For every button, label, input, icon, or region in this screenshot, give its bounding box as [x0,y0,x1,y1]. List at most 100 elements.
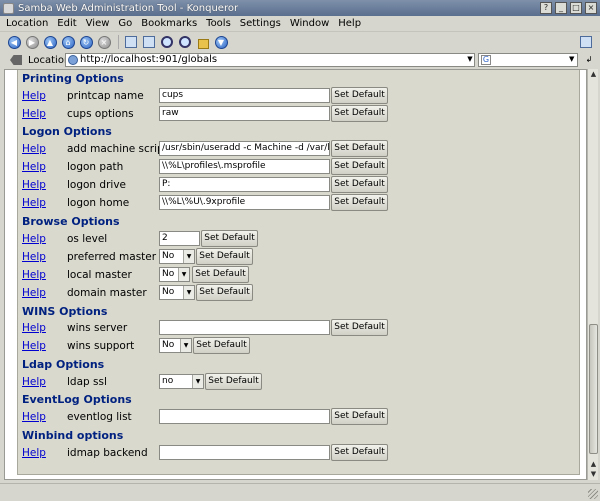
up-button[interactable]: ▲ [42,34,58,50]
back-arrow-icon: ◀ [7,35,21,49]
scroll-up-icon[interactable]: ▲ [588,69,599,79]
menu-window[interactable]: Window [290,18,329,29]
toolbar-separator [118,35,119,49]
logon-drive-label: logon drive [67,179,126,191]
reload-button[interactable]: ↻ [78,34,94,50]
download-icon: ▼ [214,35,228,49]
set-default-button[interactable]: Set Default [196,284,253,301]
scroll-up-lower-icon[interactable]: ▲ [588,459,599,469]
forward-button[interactable]: ▶ [24,34,40,50]
domain-master-select[interactable]: No ▼ [159,285,195,300]
section-winbind-options: Winbind options [22,429,124,442]
section-ldap-options: Ldap Options [22,358,105,371]
logon-drive-input[interactable]: P: [159,177,330,192]
wins-server-input[interactable] [159,320,330,335]
menu-location[interactable]: Location [6,18,48,29]
local-master-select[interactable]: No ▼ [159,267,190,282]
maximize-icon[interactable]: □ [570,2,582,14]
menu-bookmarks[interactable]: Bookmarks [141,18,197,29]
set-default-button[interactable]: Set Default [331,140,388,157]
help-link[interactable]: Help [22,340,46,352]
set-default-button[interactable]: Set Default [193,337,250,354]
web-search-input[interactable]: G [478,53,578,67]
chevron-down-icon[interactable]: ▼ [178,268,189,281]
security-button[interactable] [195,34,211,50]
url-input[interactable]: http://localhost:901/globals [65,53,475,67]
set-default-button[interactable]: Set Default [331,444,388,461]
help-link[interactable]: Help [22,161,46,173]
chevron-down-icon[interactable]: ▼ [183,250,194,263]
help-link[interactable]: Help [22,287,46,299]
printcap-name-label: printcap name [67,90,144,102]
os-level-input[interactable]: 2 [159,231,200,246]
menu-edit[interactable]: Edit [57,18,76,29]
logon-path-input[interactable]: \\%L\profiles\.msprofile [159,159,330,174]
search-engine-dropdown[interactable]: ▼ [569,54,577,65]
minimize-icon[interactable]: _ [555,2,567,14]
help-link[interactable]: Help [22,197,46,209]
add-machine-script-input[interactable]: /usr/sbin/useradd -c Machine -d /var/lib… [159,141,330,156]
find-button[interactable] [141,34,157,50]
help-link[interactable]: Help [22,411,46,423]
set-default-button[interactable]: Set Default [331,105,388,122]
set-default-button[interactable]: Set Default [331,87,388,104]
zoom-in-button[interactable] [159,34,175,50]
scroll-down-icon[interactable]: ▼ [588,469,599,479]
help-link[interactable]: Help [22,233,46,245]
set-default-button[interactable]: Set Default [331,319,388,336]
set-default-button[interactable]: Set Default [331,194,388,211]
chevron-down-icon[interactable]: ▼ [183,286,194,299]
help-link[interactable]: Help [22,90,46,102]
go-icon[interactable]: ↲ [584,55,594,65]
back-button[interactable]: ◀ [6,34,22,50]
home-icon: ⌂ [61,35,75,49]
help-link[interactable]: Help [22,376,46,388]
logon-home-input[interactable]: \\%L\%U\.9xprofile [159,195,330,210]
set-default-button[interactable]: Set Default [331,176,388,193]
clear-location-icon[interactable] [10,55,22,65]
help-link[interactable]: Help [22,447,46,459]
set-default-button[interactable]: Set Default [201,230,258,247]
cups-options-input[interactable]: raw [159,106,330,121]
set-default-button[interactable]: Set Default [196,248,253,265]
close-icon[interactable]: × [585,2,597,14]
help-link[interactable]: Help [22,322,46,334]
chevron-down-icon[interactable]: ▼ [180,339,191,352]
set-default-button[interactable]: Set Default [331,158,388,175]
section-browse-options: Browse Options [22,215,120,228]
throbber[interactable] [578,34,594,50]
help-link[interactable]: Help [22,251,46,263]
help-link[interactable]: Help [22,143,46,155]
help-link[interactable]: Help [22,269,46,281]
menu-go[interactable]: Go [118,18,132,29]
google-search-icon[interactable]: G [481,55,491,65]
help-link[interactable]: Help [22,179,46,191]
menu-tools[interactable]: Tools [206,18,231,29]
logon-path-label: logon path [67,161,124,173]
set-default-button[interactable]: Set Default [331,408,388,425]
print-button[interactable] [123,34,139,50]
zoom-out-button[interactable] [177,34,193,50]
url-history-dropdown[interactable]: ▼ [466,54,474,65]
menu-help[interactable]: Help [338,18,361,29]
scrollbar-thumb[interactable] [589,324,598,454]
help-link[interactable]: Help [22,108,46,120]
set-default-button[interactable]: Set Default [205,373,262,390]
help-window-icon[interactable]: ? [540,2,552,14]
menu-settings[interactable]: Settings [240,18,281,29]
konqueror-app-icon[interactable] [3,2,14,14]
eventlog-list-input[interactable] [159,409,330,424]
ldap-ssl-select[interactable]: no ▼ [159,374,204,389]
set-default-button[interactable]: Set Default [192,266,249,283]
preferred-master-select[interactable]: No ▼ [159,249,195,264]
home-button[interactable]: ⌂ [60,34,76,50]
vertical-scrollbar[interactable]: ▲ ▲ ▼ [587,69,598,480]
resize-grip-icon[interactable] [588,489,598,499]
stop-button[interactable]: × [96,34,112,50]
printcap-name-input[interactable]: cups [159,88,330,103]
wins-support-select[interactable]: No ▼ [159,338,192,353]
menu-view[interactable]: View [86,18,110,29]
idmap-backend-input[interactable] [159,445,330,460]
chevron-down-icon[interactable]: ▼ [192,375,203,388]
download-button[interactable]: ▼ [213,34,229,50]
